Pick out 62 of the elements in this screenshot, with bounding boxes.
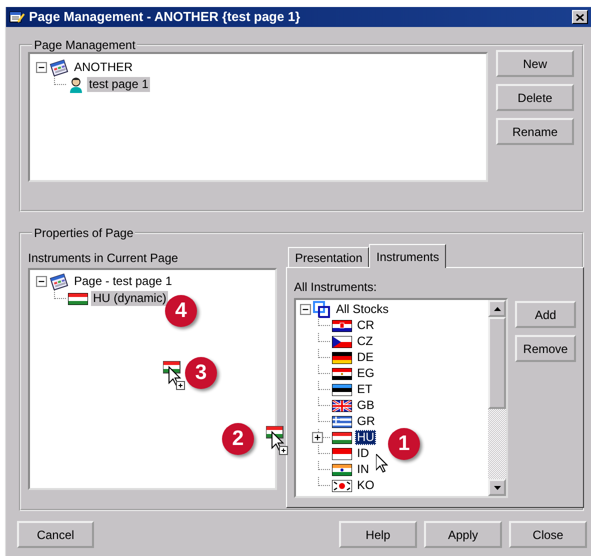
dialog-button[interactable]: Apply: [424, 521, 502, 548]
list-label: All Instruments:: [294, 279, 377, 296]
window-title: Page Management - ANOTHER {test page 1}: [29, 8, 302, 26]
up-arrow-icon: [494, 306, 500, 310]
tree-item[interactable]: ET: [355, 382, 374, 396]
dialog-button[interactable]: Delete: [496, 84, 574, 111]
collapse-icon[interactable]: [36, 276, 47, 287]
flag-icon: [332, 480, 352, 492]
scroll-thumb[interactable]: [488, 317, 506, 409]
dialog-button[interactable]: New: [496, 50, 574, 77]
tree-item[interactable]: KO: [355, 478, 376, 492]
squares-icon: [313, 300, 331, 318]
flag-icon: [68, 293, 88, 305]
drag-cursor-icon: [163, 361, 185, 390]
tree-item[interactable]: HU: [355, 430, 376, 444]
tab[interactable]: Instruments: [369, 244, 446, 268]
tree-item[interactable]: HU (dynamic): [91, 291, 168, 306]
dialog-button[interactable]: Add: [515, 301, 576, 328]
group-label: Page Management: [33, 38, 136, 52]
collapse-icon[interactable]: [300, 304, 311, 314]
scroll-down-button[interactable]: [488, 479, 506, 496]
tree-item[interactable]: CZ: [355, 334, 375, 348]
flag-icon: [332, 336, 352, 348]
tree-item[interactable]: IN: [355, 462, 371, 476]
tree-item[interactable]: ID: [355, 446, 371, 460]
tree-item[interactable]: All Stocks: [334, 302, 391, 316]
cursor-icon: [376, 454, 388, 473]
flag-icon: [332, 416, 352, 428]
tab[interactable]: Presentation: [288, 247, 370, 267]
tree-item[interactable]: CR: [355, 318, 376, 332]
tree-item[interactable]: test page 1: [87, 77, 150, 92]
person-icon: [68, 76, 84, 93]
dialog-button[interactable]: Cancel: [17, 521, 94, 548]
dialog-button[interactable]: Remove: [515, 335, 576, 362]
tree-item[interactable]: Page - test page 1: [72, 274, 174, 289]
tree-item[interactable]: EG: [355, 366, 376, 380]
flag-icon: [332, 368, 352, 380]
flag-icon: [332, 464, 352, 476]
flag-icon: [332, 432, 352, 444]
app-icon: [9, 10, 25, 24]
flag-icon: [332, 400, 352, 412]
flag-icon: [332, 352, 352, 364]
page-icon: [49, 59, 69, 76]
down-arrow-icon: [494, 486, 500, 490]
scroll-up-button[interactable]: [488, 300, 506, 317]
group-label: Properties of Page: [33, 226, 134, 240]
collapse-icon[interactable]: [36, 62, 47, 73]
flag-icon: [332, 448, 352, 460]
dialog-button[interactable]: Close: [509, 521, 587, 548]
expand-icon[interactable]: [312, 432, 323, 442]
tree-item[interactable]: DE: [355, 350, 376, 364]
close-icon: [576, 14, 584, 20]
tree-item[interactable]: GB: [355, 398, 376, 412]
flag-icon: [332, 384, 352, 396]
tree-item[interactable]: ANOTHER: [72, 60, 135, 75]
tree-item[interactable]: GR: [355, 414, 377, 428]
close-button[interactable]: [572, 10, 588, 24]
dialog-button[interactable]: Help: [339, 521, 417, 548]
page-icon: [49, 273, 69, 290]
flag-icon: [332, 320, 352, 332]
list-label: Instruments in Current Page: [28, 250, 178, 267]
dialog-button[interactable]: Rename: [496, 118, 574, 145]
